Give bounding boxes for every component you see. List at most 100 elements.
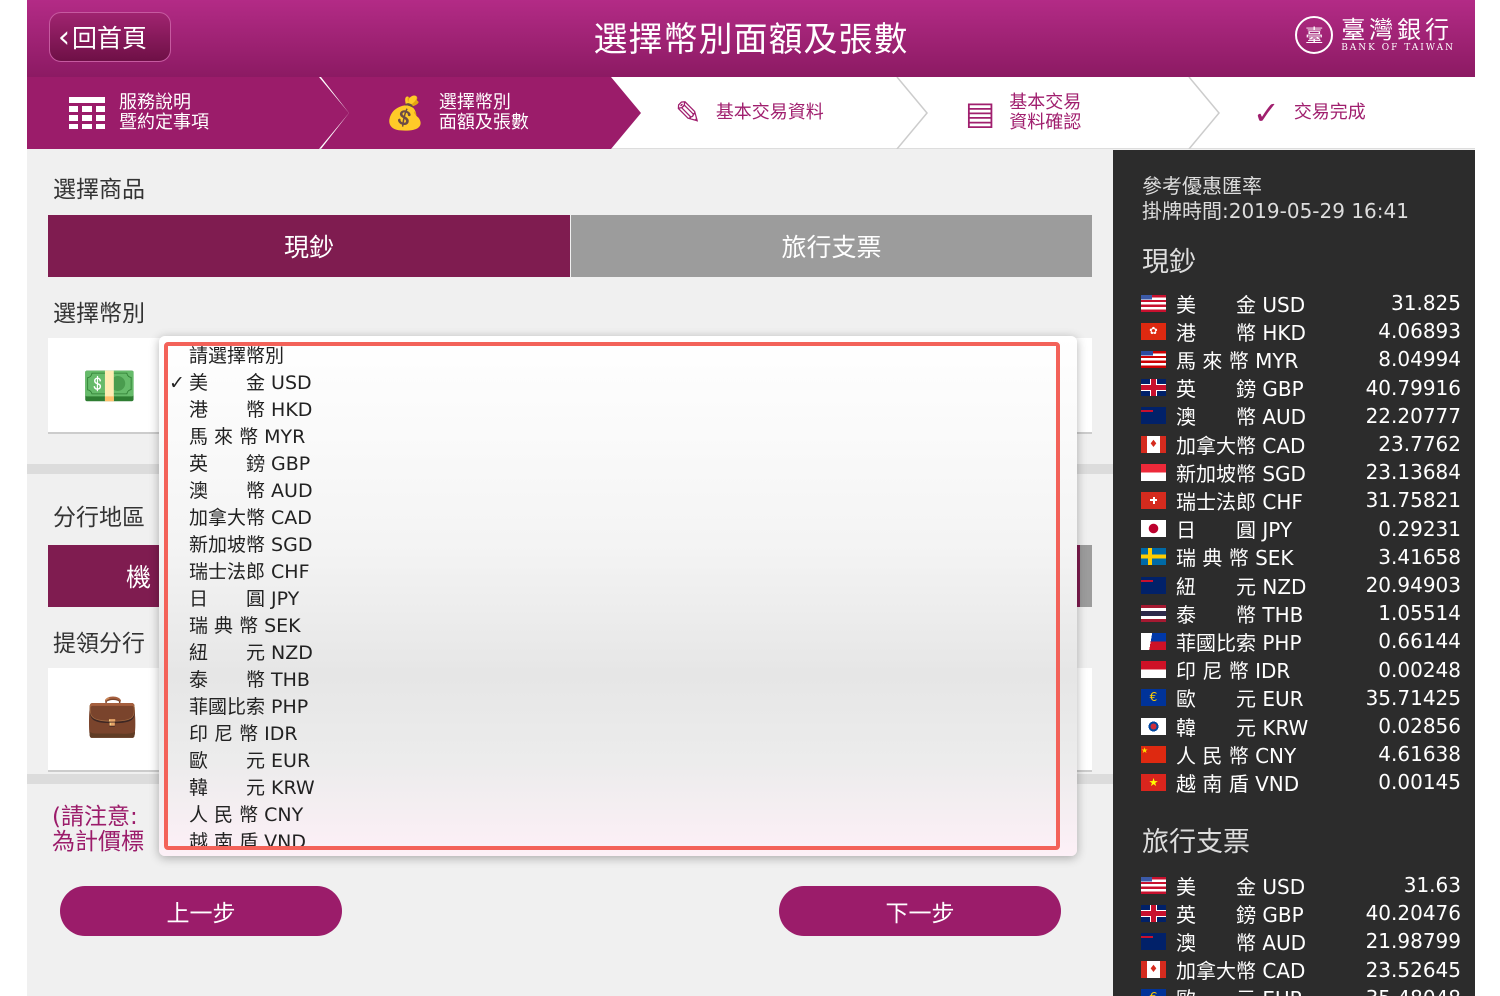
- rate-value: 4.06893: [1378, 319, 1461, 344]
- rates-title: 參考優惠匯率: [1142, 174, 1262, 198]
- ca-flag-icon: [1141, 961, 1166, 979]
- step-1: 服務說明 暨約定事項: [69, 77, 209, 149]
- step-3: ✎ 基本交易資料: [675, 77, 824, 149]
- currency-name: 人 民 幣 CNY: [1176, 743, 1297, 768]
- grid-icon: [69, 97, 105, 129]
- rate-row: 澳 幣 AUD 21.98799: [1141, 927, 1461, 955]
- currency-name: 加拿大幣 CAD: [1176, 433, 1306, 458]
- app: ‹ 回首頁 選擇幣別面額及張數 臺 臺灣銀行 BANK OF TAIWAN 服務說明…: [27, 0, 1475, 996]
- ch-flag-icon: [1141, 491, 1166, 509]
- step-5: ✓ 交易完成: [1253, 77, 1366, 149]
- currency-name: 澳 幣 AUD: [1176, 405, 1307, 430]
- rate-row: 英 鎊 GBP 40.79916: [1141, 374, 1461, 402]
- rate-row: 港 幣 HKD 4.06893: [1141, 317, 1461, 345]
- rate-row: 馬 來 幣 MYR 8.04994: [1141, 345, 1461, 373]
- th-flag-icon: [1141, 604, 1166, 622]
- id-flag-icon: [1141, 661, 1166, 679]
- rate-row: 新加坡幣 SGD 23.13684: [1141, 458, 1461, 486]
- vn-flag-icon: ★: [1141, 773, 1166, 791]
- au-flag-icon: [1141, 932, 1166, 950]
- rate-value: 31.63: [1403, 873, 1461, 897]
- currency-name: 馬 來 幣 MYR: [1176, 348, 1299, 373]
- rate-value: 23.7762: [1378, 432, 1461, 456]
- bank-seal-icon: 臺: [1295, 16, 1334, 54]
- us-flag-icon: [1141, 294, 1166, 312]
- rate-value: 0.00145: [1378, 770, 1461, 795]
- travel-rates-heading: 旅行支票: [1142, 827, 1250, 858]
- my-flag-icon: [1141, 350, 1166, 368]
- step-divider: [1188, 77, 1220, 149]
- nz-flag-icon: [1141, 576, 1166, 594]
- step-divider: [896, 77, 928, 149]
- step-2-line2: 面額及張數: [438, 112, 529, 133]
- rate-row: 澳 幣 AUD 22.20777: [1141, 402, 1461, 430]
- rate-value: 21.98799: [1365, 929, 1461, 954]
- rate-row: 瑞 典 幣 SEK 3.41658: [1141, 543, 1461, 571]
- tab-cash[interactable]: 現鈔: [48, 215, 570, 277]
- hk-flag-icon: [1141, 322, 1166, 340]
- rate-row: ★ 越 南 盾 VND 0.00145: [1141, 768, 1461, 796]
- tab-other-edge: [1080, 545, 1092, 607]
- currency-name: 泰 幣 THB: [1176, 602, 1304, 627]
- header-bar: ‹ 回首頁 選擇幣別面額及張數 臺 臺灣銀行 BANK OF TAIWAN: [27, 0, 1475, 77]
- next-step-button[interactable]: 下一步: [779, 886, 1061, 936]
- currency-dropdown[interactable]: 請選擇幣別 ✓ 美 金 USD 港 幣 HKD 馬 來 幣 MYR 英 鎊 GBP…: [159, 336, 1077, 856]
- step-5-label: 交易完成: [1293, 102, 1366, 123]
- bank-logo: 臺 臺灣銀行 BANK OF TAIWAN: [1295, 16, 1455, 54]
- currency-name: 澳 幣 AUD: [1176, 930, 1307, 955]
- rate-row: 美 金 USD 31.63: [1141, 871, 1461, 899]
- currency-name: 美 金 USD: [1176, 292, 1306, 317]
- pickup-branch-label: 提領分行: [53, 631, 145, 657]
- currency-name: 韓 元 KRW: [1176, 715, 1309, 740]
- currency-label: 選擇幣別: [53, 301, 145, 327]
- page-title: 選擇幣別面額及張數: [593, 20, 909, 60]
- rate-row: 英 鎊 GBP 40.20476: [1141, 899, 1461, 927]
- se-flag-icon: [1141, 548, 1166, 566]
- cn-flag-icon: ★: [1141, 745, 1166, 763]
- currency-name: 紐 元 NZD: [1176, 574, 1307, 599]
- rate-value: 4.61638: [1378, 742, 1461, 767]
- notice-text: (請注意: 為計價標: [52, 805, 144, 855]
- rate-row: € 歐 元 EUR35.48048: [1141, 984, 1461, 996]
- rate-value: 35.71425: [1365, 685, 1461, 710]
- step-4: ▤ 基本交易 資料確認: [965, 77, 1081, 149]
- edit-form-icon: ✎: [675, 94, 702, 132]
- bank-name-zh: 臺灣銀行: [1341, 16, 1454, 44]
- highlight-outline: [164, 342, 1060, 850]
- coins-icon: 💰: [385, 94, 425, 132]
- currency-name: 日 圓 JPY: [1176, 518, 1293, 543]
- rate-value: 23.52645: [1365, 957, 1461, 982]
- currency-name: 美 金 USD: [1176, 874, 1306, 899]
- ca-flag-icon: [1141, 435, 1166, 453]
- branch-area-label: 分行地區: [53, 505, 145, 531]
- rate-row: 瑞士法郎 CHF 31.75821: [1141, 486, 1461, 514]
- rate-value: 22.20777: [1365, 403, 1461, 428]
- jp-flag-icon: [1141, 520, 1166, 538]
- step-1-line1: 服務說明: [119, 92, 191, 113]
- step-4-line2: 資料確認: [1009, 112, 1082, 133]
- money-bag-icon: 💼: [86, 690, 139, 739]
- prev-step-button[interactable]: 上一步: [60, 886, 342, 936]
- ph-flag-icon: [1141, 632, 1166, 650]
- step-1-line2: 暨約定事項: [119, 112, 209, 133]
- step-2-line1: 選擇幣別: [438, 92, 511, 113]
- rate-row: 美 金 USD 31.825: [1141, 289, 1461, 317]
- step-4-line1: 基本交易: [1009, 92, 1082, 113]
- rate-value: 23.13684: [1365, 460, 1461, 485]
- document-check-icon: ▤: [965, 94, 996, 132]
- tab-travelers-cheque[interactable]: 旅行支票: [571, 215, 1092, 277]
- bank-name-en: BANK OF TAIWAN: [1341, 43, 1455, 53]
- rate-value: 0.29231: [1378, 516, 1461, 541]
- rate-row: 加拿大幣 CAD 23.7762: [1141, 430, 1461, 458]
- rates-time: 掛牌時間:2019-05-29 16:41: [1142, 199, 1409, 223]
- rate-value: 20.94903: [1365, 573, 1461, 597]
- step-progress: 服務說明 暨約定事項 💰 選擇幣別 面額及張數 ✎ 基本交易資料 ▤ 基本交易 資料確…: [27, 77, 1475, 149]
- rate-row: 韓 元 KRW 0.02856: [1141, 712, 1461, 740]
- rate-value: 0.02856: [1378, 714, 1461, 738]
- us-flag-icon: [1141, 876, 1166, 894]
- currency-name: 加拿大幣 CAD: [1176, 959, 1306, 984]
- currency-name: 英 鎊 GBP: [1176, 902, 1304, 927]
- au-flag-icon: [1141, 407, 1166, 425]
- gb-flag-icon: [1141, 904, 1166, 922]
- step-2: 💰 選擇幣別 面額及張數: [385, 77, 529, 149]
